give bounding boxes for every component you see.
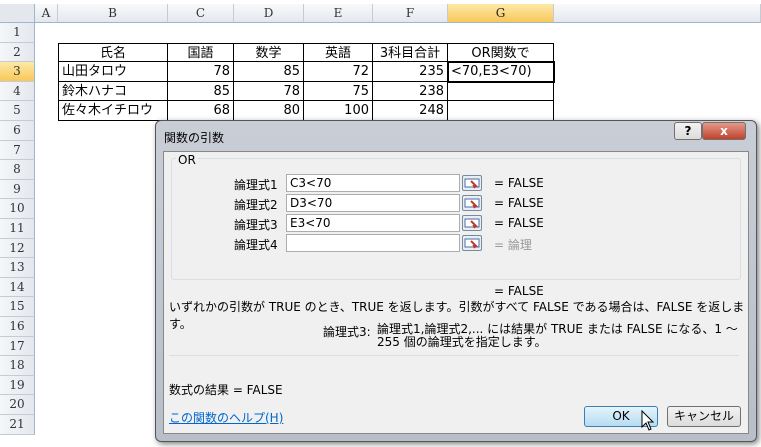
row-header-9[interactable]: 9 <box>0 179 35 200</box>
arg-help-text: 論理式1,論理式2,... には結果が TRUE または FALSE になる、1… <box>377 322 738 349</box>
arg-help-label: 論理式3: <box>323 325 371 339</box>
overall-result: = FALSE <box>494 284 544 298</box>
arg-result: = FALSE <box>494 176 544 190</box>
column-header-A[interactable]: A <box>35 4 58 23</box>
dialog-title: 関数の引数 <box>164 131 225 145</box>
row-header-10[interactable]: 10 <box>0 199 35 219</box>
row-header-11[interactable]: 11 <box>0 219 35 239</box>
cell[interactable]: 英語 <box>304 42 373 63</box>
cell[interactable]: 山田タロウ <box>58 62 168 82</box>
cell[interactable]: 78 <box>234 81 304 102</box>
cell[interactable]: <70,E3<70) <box>447 61 555 83</box>
row-header-3[interactable]: 3 <box>0 62 35 82</box>
row-header-12[interactable]: 12 <box>0 238 35 259</box>
arg-result: = FALSE <box>494 216 544 230</box>
cell[interactable]: 85 <box>168 81 234 102</box>
row-header-8[interactable]: 8 <box>0 160 35 180</box>
row-header-7[interactable]: 7 <box>0 140 35 161</box>
cell[interactable]: 72 <box>304 62 373 82</box>
range-select-icon[interactable] <box>462 195 482 211</box>
cell[interactable]: 鈴木ハナコ <box>58 81 168 102</box>
column-header-C[interactable]: C <box>168 4 234 23</box>
cell[interactable]: 氏名 <box>58 42 168 63</box>
cell[interactable]: 85 <box>234 62 304 82</box>
cancel-button[interactable]: キャンセル <box>667 406 741 427</box>
row-header-13[interactable]: 13 <box>0 258 35 278</box>
formula-result: 数式の結果 = FALSE <box>169 383 283 397</box>
arg-label: 論理式3 <box>234 218 278 232</box>
range-select-icon[interactable] <box>462 235 482 251</box>
range-select-icon[interactable] <box>462 215 482 231</box>
mouse-cursor-icon <box>641 410 655 431</box>
help-button[interactable]: ? <box>674 122 702 140</box>
cell[interactable]: 78 <box>168 62 234 82</box>
function-arguments-dialog: 関数の引数 ? x OR 論理式1 C3<70 = FALSE 論理式2 D3<7… <box>155 120 757 442</box>
cell[interactable]: OR関数で <box>448 42 554 63</box>
row-header-2[interactable]: 2 <box>0 42 35 63</box>
arg-result: = FALSE <box>494 196 544 210</box>
arg-input-3[interactable]: E3<70 <box>286 214 460 232</box>
function-name: OR <box>176 153 198 167</box>
cell[interactable]: 国語 <box>168 42 234 63</box>
arg-input-4[interactable] <box>286 234 460 252</box>
column-header-B[interactable]: B <box>58 4 168 23</box>
cell[interactable]: 80 <box>234 101 304 121</box>
cell[interactable]: 3科目合計 <box>373 42 448 63</box>
arg-label: 論理式2 <box>234 198 278 212</box>
row-header-17[interactable]: 17 <box>0 336 35 357</box>
cell[interactable]: 佐々木イチロウ <box>58 101 168 121</box>
column-header-G[interactable]: G <box>448 4 554 23</box>
row-header-14[interactable]: 14 <box>0 277 35 298</box>
arg-input-1[interactable]: C3<70 <box>286 174 460 192</box>
column-header-E[interactable]: E <box>304 4 373 23</box>
arg-input-2[interactable]: D3<70 <box>286 194 460 212</box>
cell[interactable] <box>448 101 554 121</box>
row-header-20[interactable]: 20 <box>0 395 35 415</box>
cell[interactable]: 75 <box>304 81 373 102</box>
arg-label: 論理式4 <box>234 238 278 252</box>
cell[interactable]: 235 <box>373 62 448 82</box>
dialog-body: OR 論理式1 C3<70 = FALSE 論理式2 D3<70 = FALSE 論… <box>163 151 749 434</box>
arg-label: 論理式1 <box>234 178 278 192</box>
row-header-19[interactable]: 19 <box>0 375 35 396</box>
range-select-icon[interactable] <box>462 175 482 191</box>
row-header-16[interactable]: 16 <box>0 317 35 337</box>
arg-result: = 論理 <box>494 238 532 252</box>
select-all-corner[interactable] <box>0 4 35 23</box>
cell[interactable]: 238 <box>373 81 448 102</box>
row-header-1[interactable]: 1 <box>0 23 35 43</box>
divider <box>169 355 739 356</box>
row-header-18[interactable]: 18 <box>0 356 35 376</box>
column-header-F[interactable]: F <box>373 4 448 23</box>
cell[interactable]: 100 <box>304 101 373 121</box>
cell[interactable]: 数学 <box>234 42 304 63</box>
cell[interactable] <box>448 81 554 102</box>
row-header-5[interactable]: 5 <box>0 101 35 121</box>
cell[interactable]: 68 <box>168 101 234 121</box>
close-button[interactable]: x <box>702 122 746 140</box>
row-header-6[interactable]: 6 <box>0 121 35 141</box>
cell[interactable]: 248 <box>373 101 448 121</box>
function-help-link[interactable]: この関数のヘルプ(H) <box>169 409 283 426</box>
column-header-D[interactable]: D <box>234 4 304 23</box>
row-header-15[interactable]: 15 <box>0 297 35 317</box>
column-header-blank[interactable] <box>554 4 761 23</box>
row-header-21[interactable]: 21 <box>0 415 35 435</box>
row-header-4[interactable]: 4 <box>0 81 35 102</box>
